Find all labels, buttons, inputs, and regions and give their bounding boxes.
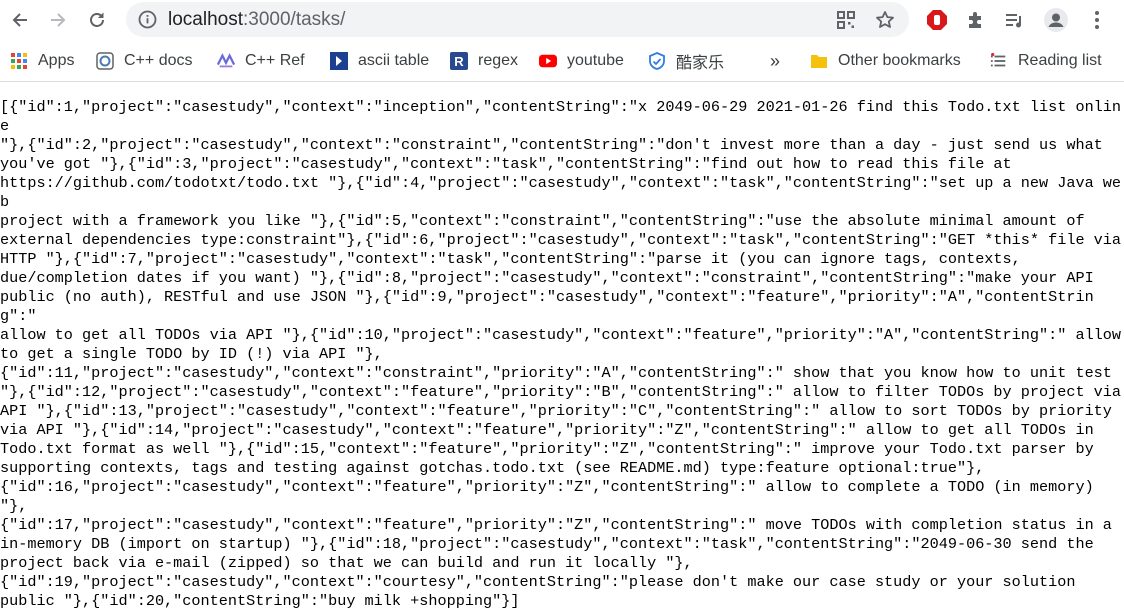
text-line: HTTP "},{"id":7,"project":"casestudy","c… (0, 250, 1021, 268)
bookmark-apps[interactable]: Apps (10, 41, 74, 81)
text-line: {"id":19,"project":"casestudy","context"… (0, 573, 1076, 591)
bookmark-youtube[interactable]: youtube (539, 41, 624, 81)
extensions-puzzle-icon[interactable] (964, 8, 988, 32)
bookmark-star-icon[interactable] (874, 9, 896, 31)
reload-icon (90, 12, 104, 27)
bookmark-regex[interactable]: R regex (450, 41, 518, 81)
bookmark-label: 酷家乐 (676, 55, 725, 72)
bookmark-label: Other bookmarks (838, 52, 961, 69)
url-text[interactable]: localhost:3000/tasks/ (168, 9, 345, 30)
profile-avatar-icon[interactable] (1044, 8, 1068, 32)
reload-button[interactable] (81, 4, 113, 36)
text-line: public "},{"id":20,"contentString":"buy … (0, 592, 520, 610)
bookmark-label: Apps (38, 52, 75, 69)
text-line: allow to get all TODOs via API "},{"id":… (0, 326, 1122, 344)
url-host: localhost (168, 9, 243, 30)
text-line: "},{"id":12,"project":"casestudy","conte… (0, 383, 1122, 401)
cpp-docs-icon (96, 52, 114, 70)
folder-icon (810, 52, 828, 70)
reading-list-icon (990, 52, 1008, 70)
bookmark-label: C++ docs (124, 52, 193, 69)
text-line: to get a single TODO by ID (!) via API "… (0, 345, 383, 363)
text-line: project back via e-mail (zipped) so that… (0, 554, 693, 572)
bookmarks-bar: Apps C++ docs C++ Ref ascii table R rege… (0, 41, 1124, 82)
json-response-text: [{"id":1,"project":"casestudy","context"… (0, 98, 1124, 611)
forward-arrow-icon (51, 13, 66, 27)
bookmark-kujiale[interactable]: 酷家乐 (648, 41, 724, 81)
text-line: https://github.com/todotxt/todo.txt "},{… (0, 174, 1122, 211)
back-arrow-icon (12, 13, 27, 27)
cpp-ref-icon (217, 52, 235, 70)
text-line: external dependencies type:constraint"},… (0, 231, 1122, 249)
bookmark-label: regex (478, 52, 519, 69)
text-line: {"id":16,"project":"casestudy","context"… (0, 478, 1103, 515)
text-line: project with a framework you like "},{"i… (0, 212, 1085, 230)
qr-code-icon[interactable] (835, 9, 857, 31)
regex-icon: R (450, 52, 468, 70)
bookmark-label: C++ Ref (245, 52, 305, 69)
bookmark-label: Reading list (1018, 52, 1102, 69)
bookmark-cpp-ref[interactable]: C++ Ref (217, 41, 305, 81)
bookmark-label: ascii table (358, 52, 430, 69)
url-path: :3000/tasks/ (243, 9, 346, 30)
page-content: [{"id":1,"project":"casestudy","context"… (0, 98, 1124, 611)
overflow-chevron-icon: » (770, 50, 781, 71)
reading-list-button[interactable]: Reading list (990, 41, 1102, 81)
ascii-table-icon (330, 52, 348, 70)
other-bookmarks-folder[interactable]: Other bookmarks (810, 41, 961, 81)
bookmarks-overflow-button[interactable]: » (770, 41, 780, 81)
text-line: public (no auth), RESTful and use JSON "… (0, 288, 1094, 325)
back-button[interactable] (4, 4, 36, 36)
text-line: API "},{"id":13,"project":"casestudy","c… (0, 402, 1112, 420)
bookmark-cpp-docs[interactable]: C++ docs (96, 41, 192, 81)
text-line: "},{"id":2,"project":"casestudy","contex… (0, 136, 1103, 154)
adblock-extension-icon[interactable] (925, 8, 949, 32)
browser-menu-icon[interactable] (1085, 8, 1109, 32)
text-line: due/completion dates if you want) "},{"i… (0, 269, 1094, 287)
text-line: {"id":17,"project":"casestudy","context"… (0, 516, 1112, 534)
text-line: supporting contexts, tags and testing ag… (0, 459, 985, 477)
svg-text:R: R (454, 54, 464, 69)
youtube-icon (539, 52, 557, 70)
text-line: [{"id":1,"project":"casestudy","context"… (0, 98, 1122, 135)
text-line: Todo.txt format as well "},{"id":15,"con… (0, 440, 1094, 458)
text-line: in-memory DB (import on startup) "},{"id… (0, 535, 1094, 553)
apps-grid-icon (10, 52, 28, 70)
text-line: {"id":11,"project":"casestudy","context"… (0, 364, 1112, 382)
address-bar[interactable]: localhost:3000/tasks/ (126, 2, 909, 37)
browser-toolbar: localhost:3000/tasks/ (0, 0, 1124, 40)
text-line: via API "},{"id":14,"project":"casestudy… (0, 421, 1094, 439)
bookmark-label: youtube (567, 52, 624, 69)
kujiale-icon (648, 52, 666, 70)
site-info-icon[interactable] (138, 10, 157, 29)
text-line: you've got "},{"id":3,"project":"casestu… (0, 155, 1012, 173)
media-queue-icon[interactable] (1002, 8, 1026, 32)
forward-button[interactable] (42, 4, 74, 36)
bookmark-ascii-table[interactable]: ascii table (330, 41, 429, 81)
